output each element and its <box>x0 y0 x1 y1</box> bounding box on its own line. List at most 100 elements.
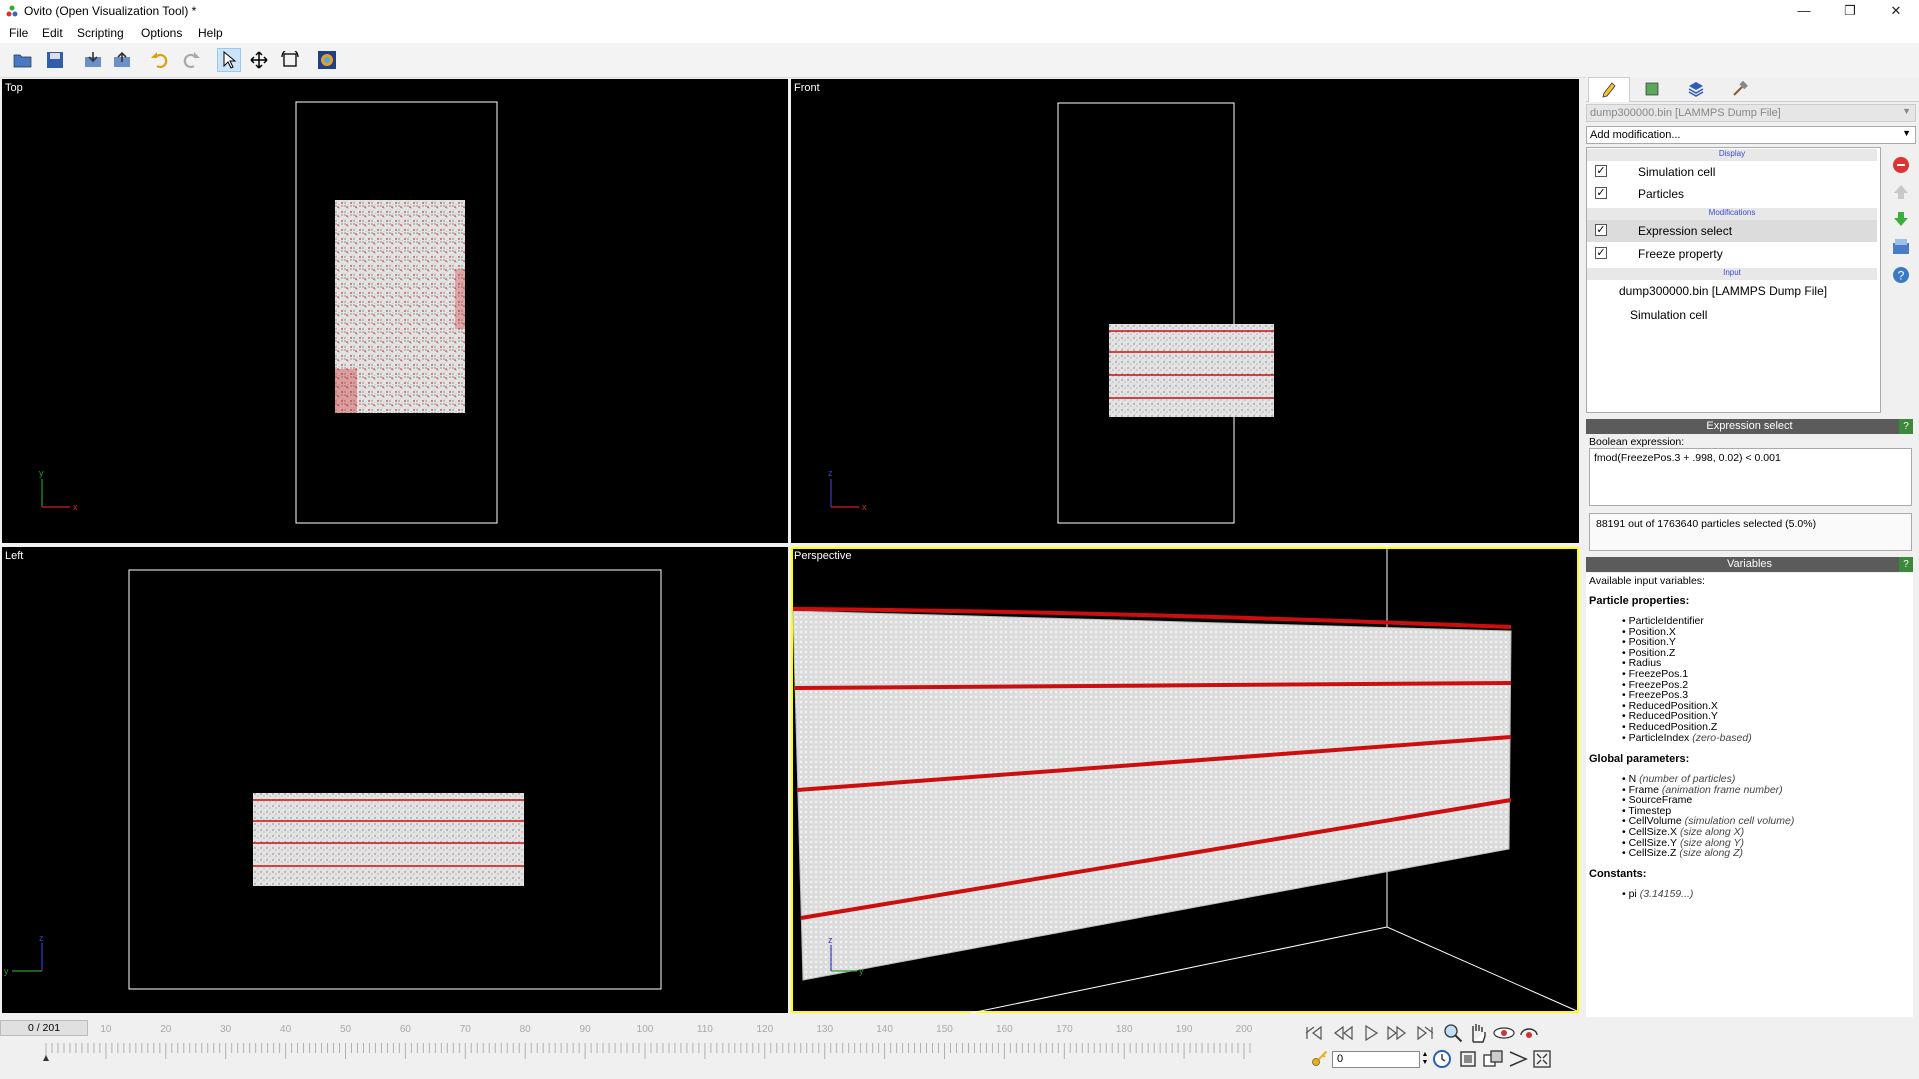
close-button[interactable]: ✕ <box>1873 0 1919 22</box>
pick-orbit-center-button[interactable] <box>1518 1023 1540 1046</box>
animation-settings-button[interactable] <box>1432 1049 1452 1072</box>
menu-options[interactable]: Options <box>141 26 182 40</box>
save-button[interactable] <box>43 48 67 72</box>
timeline-tick-label: 150 <box>936 1024 953 1035</box>
import-button[interactable] <box>81 48 105 72</box>
goto-start-button[interactable] <box>1304 1024 1324 1045</box>
source-select[interactable]: dump300000.bin [LAMMPS Dump File] ▼ <box>1586 104 1916 122</box>
move-down-button[interactable] <box>1891 209 1911 232</box>
tab-utilities[interactable] <box>1720 77 1760 101</box>
layers-icon <box>1688 82 1704 97</box>
zoom-button[interactable] <box>1443 1023 1463 1046</box>
pipeline-item-input-cell[interactable]: Simulation cell <box>1587 304 1877 326</box>
pan-button[interactable] <box>1467 1022 1489 1047</box>
next-frame-button[interactable] <box>1386 1024 1408 1045</box>
simulation-cell-outline <box>1057 102 1235 524</box>
global-heading: Global parameters: <box>1589 753 1690 765</box>
selection-mode-button[interactable] <box>217 48 241 72</box>
orbit-center-icon <box>1520 1028 1538 1038</box>
menu-file[interactable]: File <box>9 26 28 40</box>
ovito-logo-icon <box>6 5 18 17</box>
section-title: Variables <box>1726 558 1773 570</box>
move-up-button[interactable] <box>1891 182 1911 205</box>
tab-overlays[interactable] <box>1676 77 1716 101</box>
menu-help[interactable]: Help <box>198 26 223 40</box>
orbit-button[interactable] <box>1493 1023 1515 1046</box>
play-button[interactable] <box>1362 1024 1380 1045</box>
axis-tripod <box>12 943 43 972</box>
export-button[interactable] <box>110 48 134 72</box>
auto-key-button[interactable] <box>1311 1050 1329 1071</box>
add-modification-select[interactable]: Add modification... ▼ <box>1586 126 1916 144</box>
pipeline-item-input-file[interactable]: dump300000.bin [LAMMPS Dump File] <box>1587 280 1877 302</box>
section-help-button[interactable]: ? <box>1899 557 1913 572</box>
zoom-scene-extents-button[interactable] <box>1458 1049 1478 1072</box>
checkbox-checked[interactable]: ✓ <box>1595 165 1607 177</box>
viewport-front[interactable]: Front z x <box>791 79 1579 543</box>
pipeline-item-particles[interactable]: ✓ Particles <box>1587 183 1877 205</box>
axis-label-h: x <box>73 502 78 512</box>
bullet: • <box>1622 731 1629 744</box>
timeline-tick-label: 90 <box>580 1024 592 1035</box>
checkbox-checked[interactable]: ✓ <box>1595 187 1607 199</box>
viewport-perspective[interactable]: Perspective z y <box>791 547 1579 1013</box>
pipeline-item-simulation-cell[interactable]: ✓ Simulation cell <box>1587 161 1877 183</box>
timeline-tick-label: 190 <box>1176 1024 1193 1035</box>
axis-label-v: z <box>39 933 44 943</box>
hammer-icon <box>1733 81 1748 96</box>
maximize-button[interactable]: ❐ <box>1827 0 1873 22</box>
checkbox-checked[interactable]: ✓ <box>1595 224 1607 236</box>
pipeline-item-label: Particles <box>1638 187 1685 201</box>
tab-render[interactable] <box>1632 77 1672 101</box>
tab-modify[interactable] <box>1588 77 1630 102</box>
maximize-viewport-icon <box>1533 1050 1551 1068</box>
simulation-cell-outline <box>128 569 662 990</box>
move-arrows-icon <box>250 51 268 69</box>
skip-end-icon <box>1417 1025 1434 1041</box>
prev-frame-button[interactable] <box>1332 1024 1354 1045</box>
pipeline-item-label: Freeze property <box>1638 247 1723 261</box>
pipeline-item-freeze-property[interactable]: ✓ Freeze property <box>1587 243 1877 265</box>
axis-label-v: y <box>39 468 44 478</box>
fov-button[interactable] <box>1508 1049 1528 1072</box>
pipeline-item-expression-select[interactable]: ✓ Expression select <box>1587 220 1877 242</box>
undo-button[interactable] <box>147 48 171 72</box>
status-text: 88191 out of 1763640 particles selected … <box>1596 518 1817 530</box>
move-mode-button[interactable] <box>247 48 271 72</box>
modifier-template-button[interactable] <box>1891 237 1911 260</box>
menu-edit[interactable]: Edit <box>42 26 63 40</box>
viewport-left[interactable]: Left z y <box>2 547 788 1013</box>
delete-modifier-button[interactable] <box>1891 155 1911 178</box>
spinner-arrows[interactable]: ▲ ▼ <box>1420 1051 1430 1068</box>
pipeline-category-input: Input <box>1587 268 1877 280</box>
title-bar: Ovito (Open Visualization Tool) * — ❐ ✕ <box>0 0 1919 22</box>
variable-name: ParticleIndex <box>1628 731 1690 744</box>
open-file-button[interactable] <box>11 48 35 72</box>
zoom-all-viewports-button[interactable] <box>1482 1049 1504 1072</box>
rotate-icon <box>281 51 299 67</box>
axis-label-h: y <box>4 966 9 976</box>
arrow-down-icon <box>1894 212 1908 226</box>
timeline-tick-label: 80 <box>520 1024 532 1035</box>
rotate-mode-button[interactable] <box>278 48 302 72</box>
redo-button[interactable] <box>180 48 204 72</box>
variable-note: (zero-based) <box>1689 731 1752 744</box>
timeline-tick-label: 40 <box>280 1024 292 1035</box>
frame-spinner[interactable]: 0 <box>1332 1051 1420 1068</box>
boolean-expression-label: Boolean expression: <box>1589 436 1685 448</box>
animation-timeline[interactable]: 0 / 201 10 20 30 40 50 60 70 80 90 100 110 120 130 14… <box>0 1017 1262 1079</box>
available-label: Available input variables: <box>1589 575 1705 587</box>
menu-scripting[interactable]: Scripting <box>77 26 124 40</box>
timeline-tick-label: 200 <box>1236 1024 1253 1035</box>
expression-input[interactable]: fmod(FreezePos.3 + .998, 0.02) < 0.001 <box>1589 448 1912 506</box>
pipeline-item-label: Expression select <box>1638 224 1733 238</box>
minimize-button[interactable]: — <box>1781 0 1827 22</box>
maximize-viewport-button[interactable] <box>1532 1049 1552 1072</box>
hand-icon <box>1472 1024 1486 1043</box>
section-help-button[interactable]: ? <box>1899 419 1913 434</box>
viewport-top[interactable]: Top y x <box>2 79 788 543</box>
render-button[interactable] <box>315 48 339 72</box>
help-button[interactable]: ? <box>1891 265 1911 288</box>
goto-end-button[interactable] <box>1415 1024 1435 1045</box>
checkbox-checked[interactable]: ✓ <box>1595 247 1607 259</box>
